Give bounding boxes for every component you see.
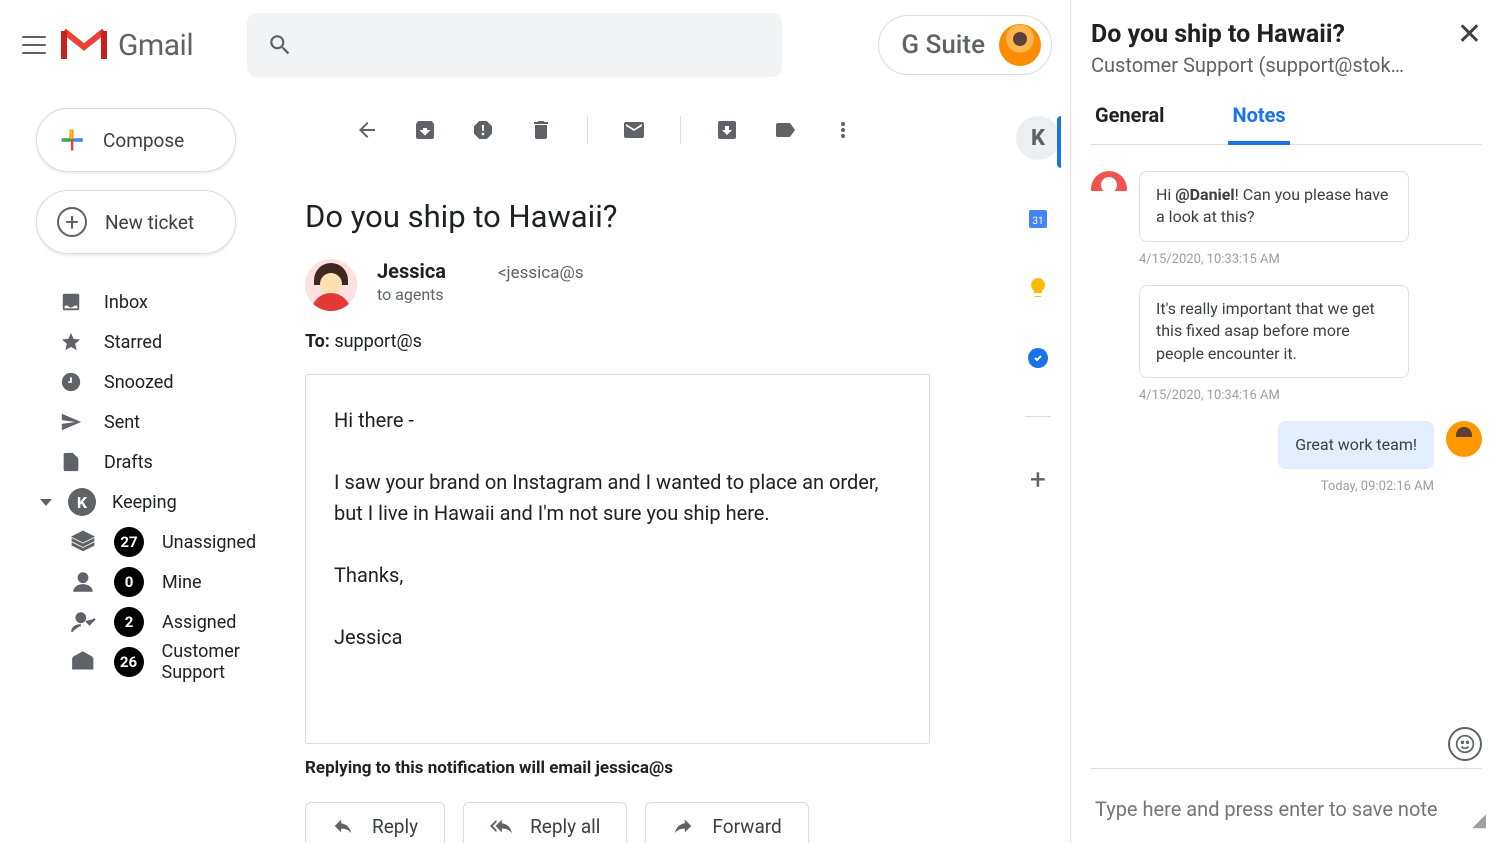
tasks-icon[interactable]	[1026, 346, 1050, 370]
note-timestamp: 4/15/2020, 10:33:15 AM	[1139, 252, 1482, 267]
nav-label: Drafts	[104, 452, 153, 473]
nav-keeping[interactable]: K Keeping	[0, 482, 305, 522]
clock-icon	[60, 371, 82, 393]
panel-title: Do you ship to Hawaii?	[1091, 20, 1447, 49]
note-bubble: It's really important that we get this f…	[1139, 285, 1409, 378]
get-addons-icon[interactable]: +	[1030, 463, 1046, 496]
nav-label: Sent	[104, 412, 140, 433]
nav-starred[interactable]: Starred	[0, 322, 305, 362]
toolbar-separator	[587, 116, 588, 144]
file-icon	[60, 451, 82, 473]
note-bubble: Hi @Daniel! Can you please have a look a…	[1139, 171, 1409, 242]
emoji-icon[interactable]	[1448, 727, 1482, 761]
mailbox-icon	[70, 649, 96, 675]
count-badge: 2	[114, 607, 144, 637]
close-icon[interactable]: ✕	[1457, 20, 1482, 50]
toolbar-separator	[680, 116, 681, 144]
person-icon	[70, 569, 96, 595]
keeping-unassigned[interactable]: 27 Unassigned	[0, 522, 305, 562]
note-timestamp: 4/15/2020, 10:34:16 AM	[1139, 388, 1482, 403]
addon-keeping-icon[interactable]: K	[1016, 116, 1060, 160]
star-icon	[60, 331, 82, 353]
to-line: To: support@s	[305, 331, 966, 352]
person-check-icon	[70, 609, 96, 635]
nav-label: Starred	[104, 332, 162, 353]
svg-text:31: 31	[1032, 216, 1043, 227]
sender-name: Jessica	[377, 259, 446, 283]
count-badge: 26	[114, 647, 144, 677]
nav-snoozed[interactable]: Snoozed	[0, 362, 305, 402]
keeping-k-icon: K	[68, 488, 96, 516]
tab-general[interactable]: General	[1091, 103, 1168, 144]
nav-sent[interactable]: Sent	[0, 402, 305, 442]
back-arrow-icon[interactable]	[355, 118, 379, 142]
label-icon[interactable]	[773, 118, 797, 142]
delete-icon[interactable]	[529, 118, 553, 142]
spam-icon[interactable]	[471, 118, 495, 142]
keep-icon[interactable]	[1026, 276, 1050, 300]
stack-icon	[70, 529, 96, 555]
nav-inbox[interactable]: Inbox	[0, 282, 305, 322]
keeping-label: Keeping	[112, 492, 177, 513]
nav-drafts[interactable]: Drafts	[0, 442, 305, 482]
expand-triangle-icon	[40, 499, 52, 506]
new-ticket-button[interactable]: + New ticket	[36, 190, 236, 254]
account-avatar	[999, 24, 1041, 66]
resize-handle-icon[interactable]: ◢	[1472, 810, 1486, 831]
gsuite-label: G Suite	[901, 30, 985, 60]
more-icon[interactable]	[831, 118, 855, 142]
sender-avatar	[305, 259, 357, 311]
sub-label: Unassigned	[162, 532, 256, 553]
archive-icon[interactable]	[413, 118, 437, 142]
nav-label: Inbox	[104, 292, 148, 313]
tab-notes[interactable]: Notes	[1228, 103, 1289, 145]
sender-address: <jessica@s	[498, 263, 584, 283]
mark-unread-icon[interactable]	[622, 118, 646, 142]
search-bar[interactable]	[247, 13, 782, 77]
email-body: Hi there - I saw your brand on Instagram…	[305, 374, 930, 744]
reply-all-icon	[490, 815, 512, 837]
gmail-m-icon	[60, 27, 108, 63]
note-bubble: Great work team!	[1278, 421, 1434, 469]
send-icon	[60, 411, 82, 433]
forward-icon	[672, 815, 694, 837]
search-icon	[267, 32, 293, 58]
reply-all-button[interactable]: Reply all	[463, 802, 627, 843]
note-avatar	[1091, 171, 1127, 207]
gsuite-account-chip[interactable]: G Suite	[878, 15, 1052, 75]
plus-circle-icon: +	[57, 207, 87, 237]
calendar-icon[interactable]: 31	[1026, 206, 1050, 230]
inbox-icon	[60, 291, 82, 313]
compose-label: Compose	[103, 129, 184, 152]
gmail-wordmark: Gmail	[118, 28, 193, 63]
nav-label: Snoozed	[104, 372, 174, 393]
count-badge: 27	[114, 527, 144, 557]
keeping-mine[interactable]: 0 Mine	[0, 562, 305, 602]
message-toolbar	[305, 102, 966, 158]
sub-label: Mine	[162, 572, 202, 593]
message-subject: Do you ship to Hawaii?	[305, 158, 966, 259]
sub-label: Assigned	[162, 612, 236, 633]
panel-subtitle: Customer Support (support@stok…	[1091, 53, 1411, 77]
rail-separator	[1025, 416, 1051, 417]
addon-active-indicator	[1057, 116, 1061, 168]
count-badge: 0	[114, 567, 144, 597]
reply-button[interactable]: Reply	[305, 802, 445, 843]
sender-to-line: to agents	[377, 285, 584, 304]
note-timestamp: Today, 09:02:16 AM	[1091, 479, 1434, 494]
sub-label: Customer Support	[162, 641, 306, 683]
reply-notification-note: Replying to this notification will email…	[305, 758, 966, 778]
note-avatar	[1446, 421, 1482, 457]
keeping-customer-support[interactable]: 26 Customer Support	[0, 642, 305, 682]
reply-icon	[332, 815, 354, 837]
new-ticket-label: New ticket	[105, 211, 194, 234]
keeping-assigned[interactable]: 2 Assigned	[0, 602, 305, 642]
gmail-logo[interactable]: Gmail	[60, 27, 193, 63]
compose-plus-icon	[57, 126, 85, 154]
move-to-icon[interactable]	[715, 118, 739, 142]
note-input[interactable]	[1091, 779, 1482, 829]
forward-button[interactable]: Forward	[645, 802, 808, 843]
compose-button[interactable]: Compose	[36, 108, 236, 172]
hamburger-menu-icon[interactable]	[22, 36, 46, 54]
